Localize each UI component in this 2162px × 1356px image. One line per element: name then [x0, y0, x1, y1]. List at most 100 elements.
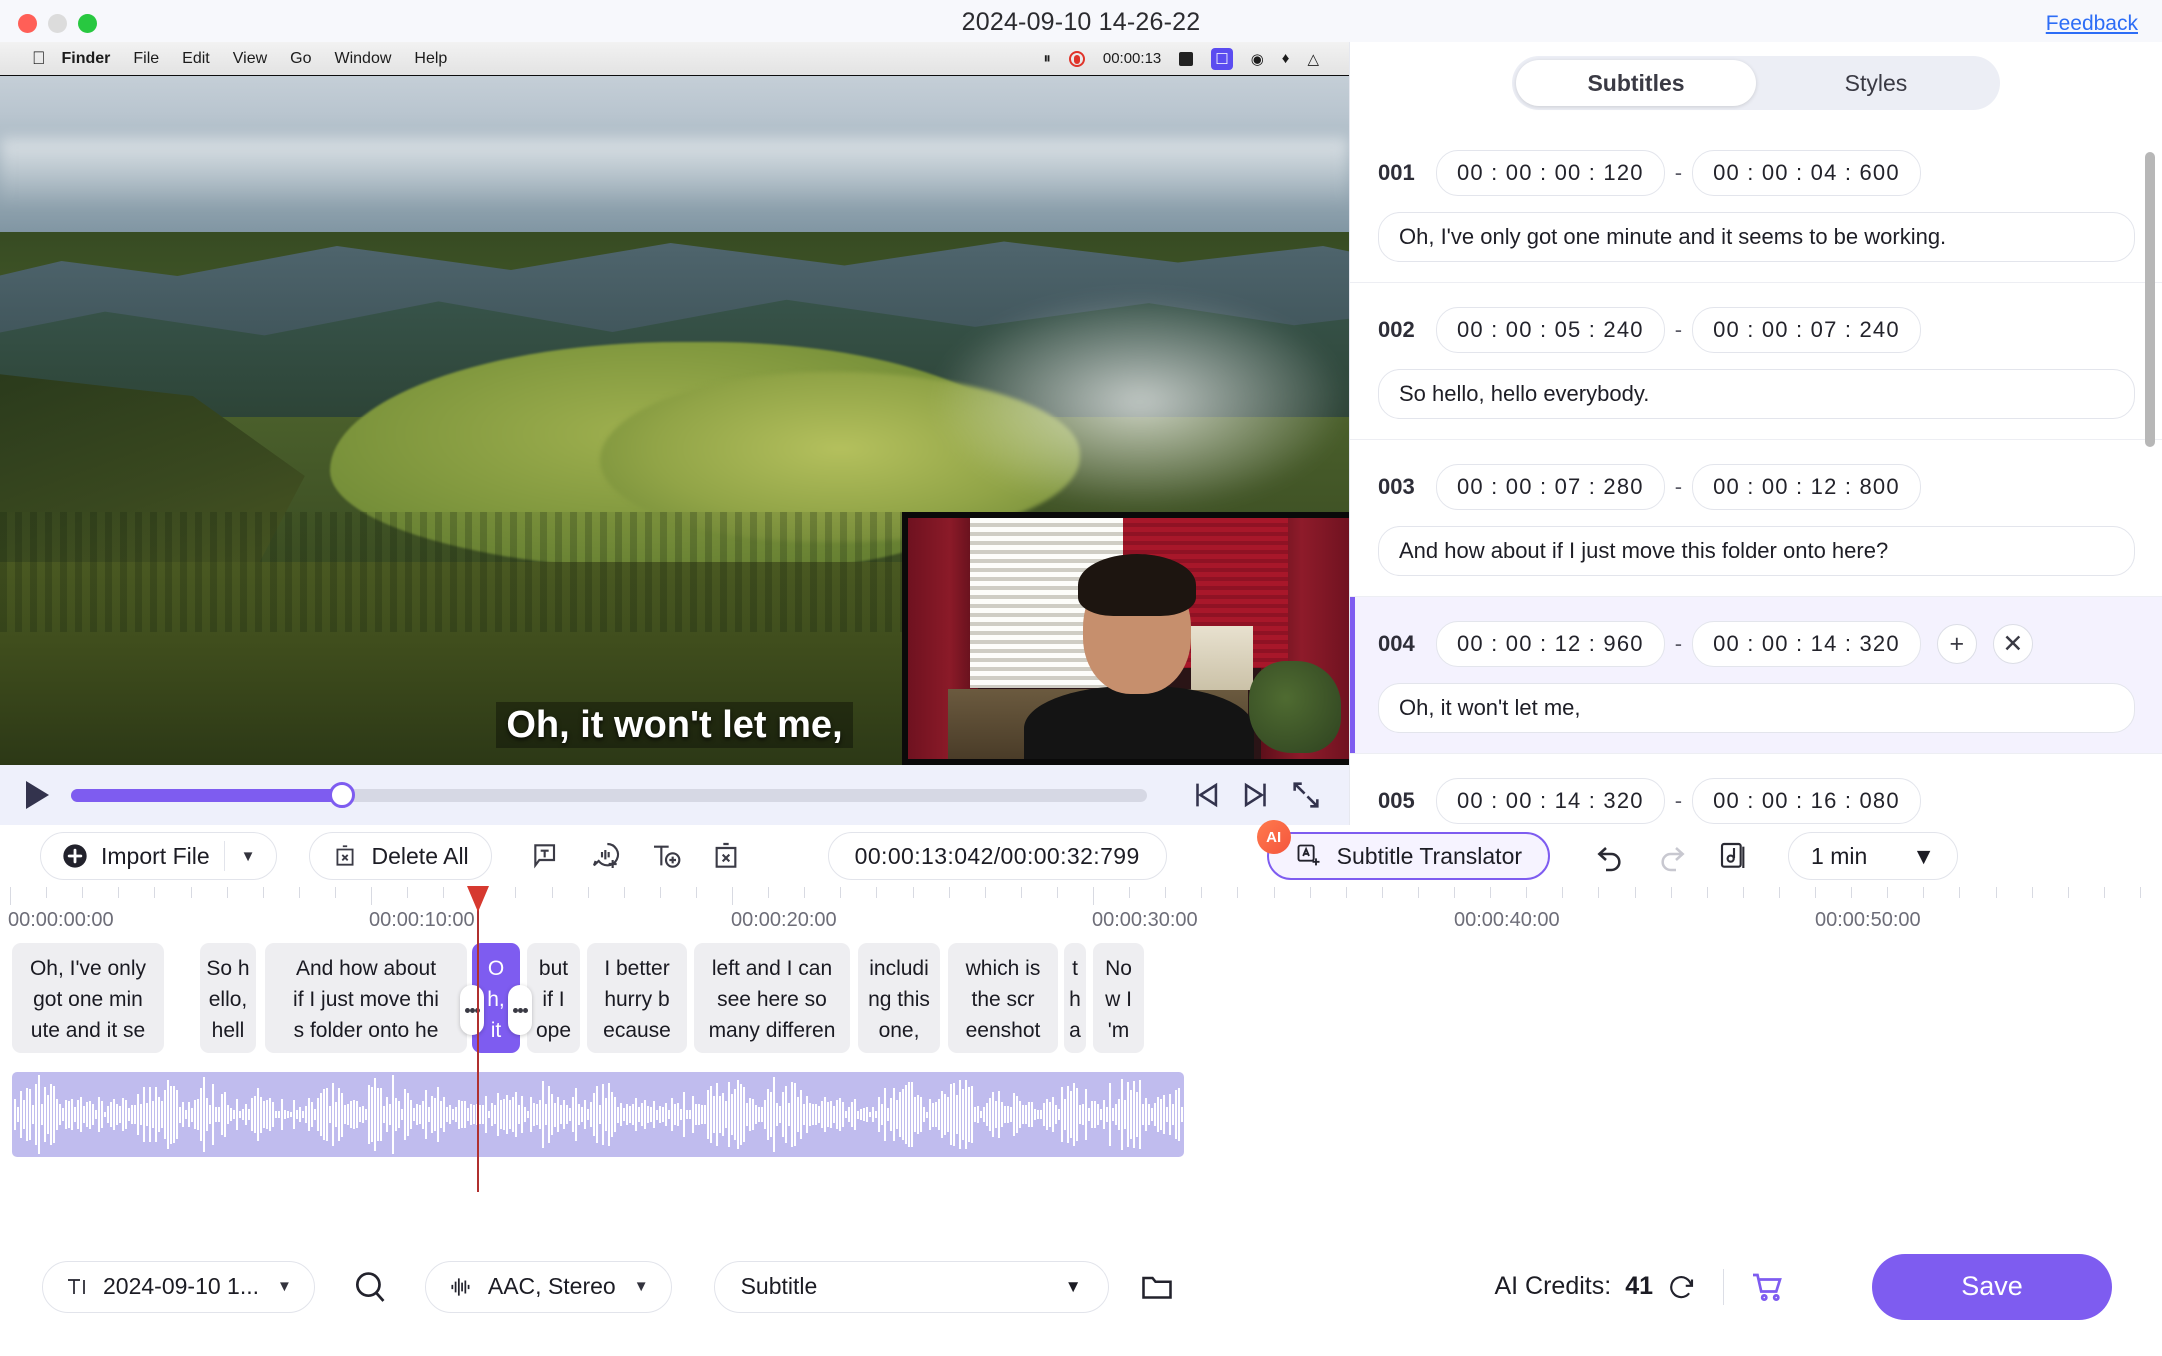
subtitle-translator-button[interactable]: AI Subtitle Translator	[1256, 820, 1551, 880]
pause-icon[interactable]: ⏸	[1043, 50, 1051, 67]
clip-trim-handle-left[interactable]	[460, 985, 484, 1035]
cart-icon[interactable]	[1750, 1269, 1786, 1305]
redo-icon[interactable]	[1656, 840, 1688, 872]
subtitle-end-time[interactable]: 00 : 00 : 16 : 080	[1692, 778, 1921, 824]
screen-share-icon[interactable]: ☐	[1211, 47, 1233, 70]
fullscreen-button[interactable]	[1289, 778, 1323, 812]
refresh-icon[interactable]	[1667, 1272, 1697, 1302]
waveform-bar	[263, 1101, 265, 1128]
subtitle-row[interactable]: 005 00 : 00 : 14 : 320 - 00 : 00 : 16 : …	[1350, 754, 2162, 825]
timeline-ruler[interactable]: 00:00:00:00 00:00:10:00 00:00:20:00 00:00:3…	[0, 887, 2162, 943]
timeline-clip[interactable]: Oh, I've only got one min ute and it se	[12, 943, 164, 1053]
subtitle-end-time[interactable]: 00 : 00 : 14 : 320	[1692, 621, 1921, 667]
timeline-clip[interactable]: So h ello, hell	[200, 943, 256, 1053]
menu-view[interactable]: View	[233, 50, 267, 68]
subtitle-start-time[interactable]: 00 : 00 : 00 : 120	[1436, 150, 1665, 196]
timeline-clip[interactable]: which is the scr eenshot	[948, 943, 1058, 1053]
track-type-select[interactable]: Subtitle ▼	[713, 1260, 1109, 1313]
waveform-bar	[899, 1092, 901, 1137]
tab-styles[interactable]: Styles	[1756, 60, 1996, 106]
delete-subtitle-row-button[interactable]: ✕	[1992, 624, 2033, 664]
subtitle-end-time[interactable]: 00 : 00 : 07 : 240	[1692, 307, 1921, 353]
search-icon[interactable]	[351, 1268, 389, 1306]
subtitle-text-input[interactable]: And how about if I just move this folder…	[1378, 526, 2135, 576]
audio-waveform[interactable]	[12, 1072, 1184, 1157]
waveform-bar	[734, 1089, 736, 1140]
subtitle-text-input[interactable]: So hello, hello everybody.	[1378, 369, 2135, 419]
timeline-clip[interactable]: left and I can see here so many differen	[694, 943, 850, 1053]
menu-go[interactable]: Go	[290, 50, 311, 68]
dropbox-icon[interactable]: ♦	[1282, 50, 1290, 67]
subtitle-start-time[interactable]: 00 : 00 : 12 : 960	[1436, 621, 1665, 667]
subtitle-text-input[interactable]: Oh, I've only got one minute and it seem…	[1378, 212, 2135, 262]
subtitle-row[interactable]: 003 00 : 00 : 07 : 280 - 00 : 00 : 12 : …	[1350, 440, 2162, 597]
timeline-clip[interactable]: I better hurry b ecause	[587, 943, 687, 1053]
waveform-bar	[293, 1100, 295, 1129]
waveform-bar	[359, 1107, 361, 1122]
add-subtitle-row-button[interactable]: +	[1936, 624, 1977, 664]
play-button[interactable]	[26, 781, 49, 809]
audio-format-button[interactable]: AAC, Stereo ▼	[424, 1260, 672, 1313]
seek-handle[interactable]	[329, 781, 356, 808]
subtitle-text-input[interactable]: Oh, it won't let me,	[1378, 683, 2135, 733]
waveform-bar	[794, 1083, 796, 1146]
menu-finder[interactable]: Finder	[62, 50, 111, 68]
add-text-icon[interactable]	[650, 840, 682, 872]
waveform-bar	[173, 1085, 175, 1144]
waveform-bar	[53, 1085, 55, 1144]
subtitle-start-time[interactable]: 00 : 00 : 05 : 240	[1436, 307, 1665, 353]
menu-help[interactable]: Help	[414, 50, 447, 68]
clip-trim-handle-right[interactable]	[508, 985, 532, 1035]
subtitle-start-time[interactable]: 00 : 00 : 14 : 320	[1436, 778, 1665, 824]
feedback-link[interactable]: Feedback	[2046, 12, 2138, 36]
delete-subtitle-icon[interactable]	[710, 840, 742, 872]
wifi-icon[interactable]: ◉	[1251, 50, 1264, 68]
seek-bar[interactable]	[71, 781, 1147, 808]
record-icon[interactable]	[1068, 50, 1085, 67]
subtitle-row[interactable]: 001 00 : 00 : 00 : 120 - 00 : 00 : 04 : …	[1350, 126, 2162, 283]
timeline-clip-track[interactable]: Oh, I've only got one min ute and it se S…	[0, 943, 2162, 1053]
timeline-clip[interactable]: No w I 'm	[1093, 943, 1144, 1053]
subtitle-list-scrollbar[interactable]	[2145, 152, 2155, 447]
stop-icon[interactable]	[1179, 51, 1194, 66]
timeline-playhead[interactable]	[467, 886, 489, 1192]
prev-frame-button[interactable]	[1189, 778, 1223, 812]
video-preview[interactable]:  Finder File Edit View Go Window Help ⏸…	[0, 42, 1349, 765]
ruler-tick	[443, 887, 445, 898]
timeline-clip[interactable]: And how about if I just move thi s folde…	[265, 943, 467, 1053]
music-icon[interactable]	[1718, 840, 1750, 872]
file-select-button[interactable]: 2024-09-10 1... ▼	[42, 1260, 315, 1313]
delete-all-button[interactable]: Delete All	[308, 832, 492, 880]
waveform-bar	[659, 1106, 661, 1123]
import-file-button[interactable]: Import File ▼	[40, 832, 277, 880]
subtitle-row[interactable]: 002 00 : 00 : 05 : 240 - 00 : 00 : 07 : …	[1350, 283, 2162, 440]
subtitle-list[interactable]: 001 00 : 00 : 00 : 120 - 00 : 00 : 04 : …	[1350, 126, 2162, 825]
subtitle-end-time[interactable]: 00 : 00 : 12 : 800	[1692, 464, 1921, 510]
undo-icon[interactable]	[1594, 840, 1626, 872]
import-dropdown-caret[interactable]: ▼	[225, 848, 272, 865]
waveform-bar	[710, 1086, 712, 1143]
bat-icon[interactable]: △	[1307, 50, 1319, 68]
timeline-clip[interactable]: t h a	[1064, 943, 1086, 1053]
waveform-bar	[878, 1096, 880, 1133]
subtitle-end-time[interactable]: 00 : 00 : 04 : 600	[1692, 150, 1921, 196]
subtitle-start-time[interactable]: 00 : 00 : 07 : 280	[1436, 464, 1665, 510]
speech-to-text-icon[interactable]	[590, 840, 622, 872]
folder-icon[interactable]	[1139, 1269, 1175, 1305]
save-button[interactable]: Save	[1872, 1253, 2112, 1320]
timeline-clip[interactable]: but if I ope	[527, 943, 580, 1053]
webcam-pip[interactable]	[902, 512, 1349, 765]
subtitle-row-active[interactable]: 004 00 : 00 : 12 : 960 - 00 : 00 : 14 : …	[1350, 597, 2162, 754]
timeline-zoom-select[interactable]: 1 min ▼	[1788, 832, 1959, 880]
waveform-bar	[587, 1109, 589, 1120]
next-frame-button[interactable]	[1239, 778, 1273, 812]
timeline-clip[interactable]: includi ng this one,	[858, 943, 940, 1053]
timeline[interactable]: 00:00:00:00 00:00:10:00 00:00:20:00 00:00:3…	[0, 886, 2162, 1217]
waveform-bar	[65, 1100, 67, 1129]
menu-window[interactable]: Window	[334, 50, 391, 68]
menu-file[interactable]: File	[133, 50, 159, 68]
add-subtitle-icon[interactable]	[530, 840, 562, 872]
tab-subtitles[interactable]: Subtitles	[1516, 60, 1756, 106]
waveform-bar	[560, 1105, 562, 1124]
menu-edit[interactable]: Edit	[182, 50, 210, 68]
